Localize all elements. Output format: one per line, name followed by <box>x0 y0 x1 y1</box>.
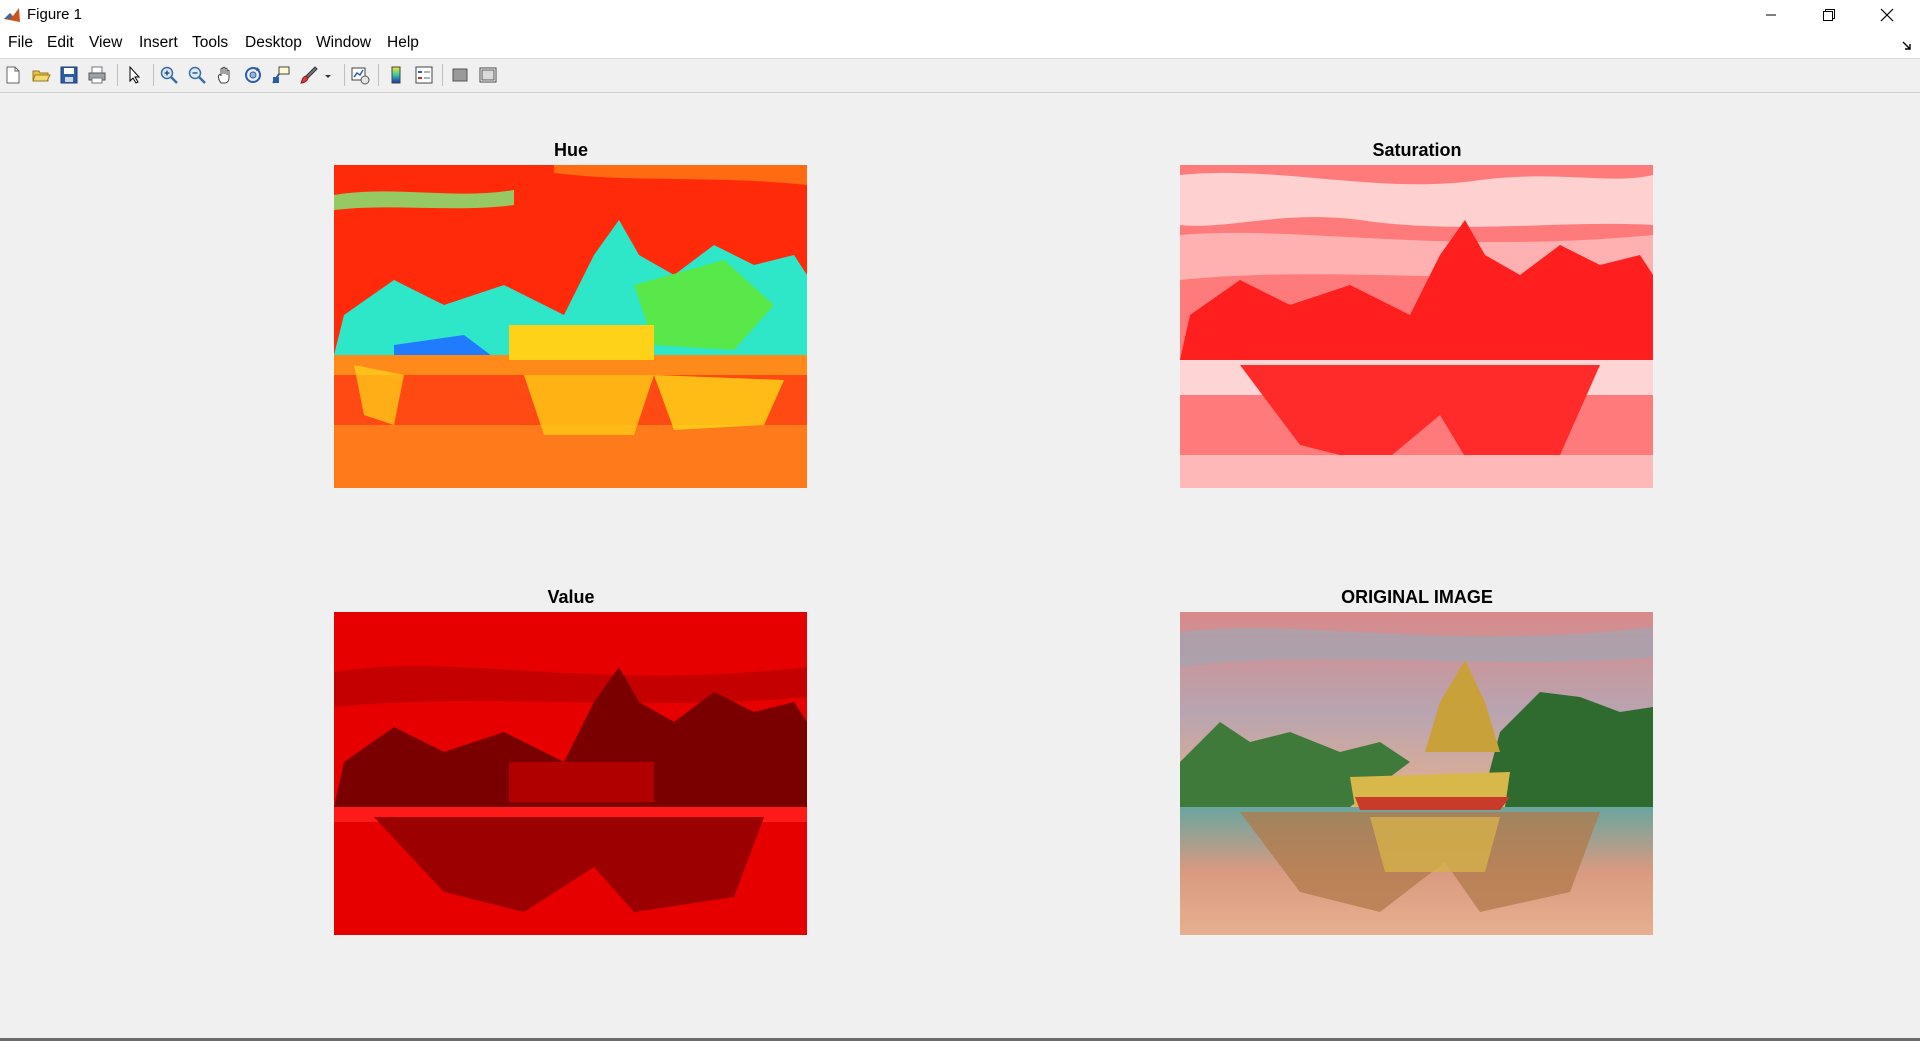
value-channel-image[interactable] <box>334 612 807 935</box>
close-button[interactable] <box>1858 0 1916 30</box>
menu-bar: File Edit View Insert Tools Desktop Wind… <box>0 30 1920 58</box>
menu-file[interactable]: File <box>8 34 33 52</box>
menu-view[interactable]: View <box>89 34 122 52</box>
matlab-icon <box>2 5 22 25</box>
restore-button[interactable] <box>1800 0 1858 30</box>
menu-tools[interactable]: Tools <box>192 34 228 52</box>
menu-edit[interactable]: Edit <box>47 34 74 52</box>
show-plot-tools-icon[interactable] <box>478 65 498 85</box>
toolbar-separator <box>117 64 118 86</box>
data-cursor-icon[interactable] <box>271 65 291 85</box>
hue-channel-image[interactable] <box>334 165 807 488</box>
rotate-3d-icon[interactable] <box>243 65 263 85</box>
brush-dropdown-icon[interactable] <box>322 65 334 85</box>
menu-help[interactable]: Help <box>387 34 419 52</box>
print-icon[interactable] <box>87 65 107 85</box>
link-plot-icon[interactable] <box>350 65 370 85</box>
close-icon <box>1880 8 1894 22</box>
minimize-icon <box>1765 9 1777 21</box>
legend-icon[interactable] <box>414 65 434 85</box>
original-image[interactable] <box>1180 612 1653 935</box>
minimize-button[interactable] <box>1742 0 1800 30</box>
hide-plot-tools-icon[interactable] <box>450 65 470 85</box>
axes-title-saturation: Saturation <box>1372 140 1462 160</box>
menu-insert[interactable]: Insert <box>139 34 178 52</box>
new-figure-icon[interactable] <box>3 65 23 85</box>
open-file-icon[interactable] <box>31 65 51 85</box>
axes-title-original: ORIGINAL IMAGE <box>1341 587 1493 607</box>
pan-icon[interactable] <box>215 65 235 85</box>
save-icon[interactable] <box>59 65 79 85</box>
toolbar-separator <box>153 64 154 86</box>
menu-desktop[interactable]: Desktop <box>245 34 302 52</box>
toolbar-separator <box>344 64 345 86</box>
colorbar-icon[interactable] <box>386 65 406 85</box>
window-title: Figure 1 <box>27 6 83 23</box>
menu-window[interactable]: Window <box>316 34 371 52</box>
restore-icon <box>1822 8 1836 22</box>
zoom-out-icon[interactable] <box>187 65 207 85</box>
edit-plot-icon[interactable] <box>125 65 145 85</box>
brush-icon[interactable] <box>299 65 319 85</box>
zoom-in-icon[interactable] <box>159 65 179 85</box>
title-bar: Figure 1 <box>0 0 1920 30</box>
toolbar-separator <box>442 64 443 86</box>
dock-arrow-icon[interactable] <box>1902 38 1912 56</box>
axes-title-hue: Hue <box>553 140 588 160</box>
saturation-channel-image[interactable] <box>1180 165 1653 488</box>
axes-title-value: Value <box>547 587 595 607</box>
toolbar-separator <box>378 64 379 86</box>
figure-toolbar <box>0 58 1920 93</box>
